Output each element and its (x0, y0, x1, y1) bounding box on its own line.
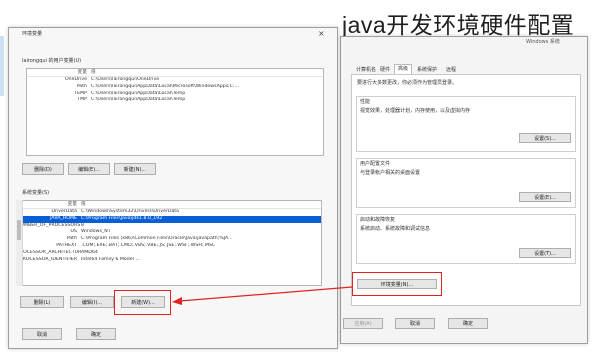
arrow-line (179, 286, 353, 302)
arrow-head (172, 297, 182, 305)
red-arrow-annotation (172, 286, 353, 305)
